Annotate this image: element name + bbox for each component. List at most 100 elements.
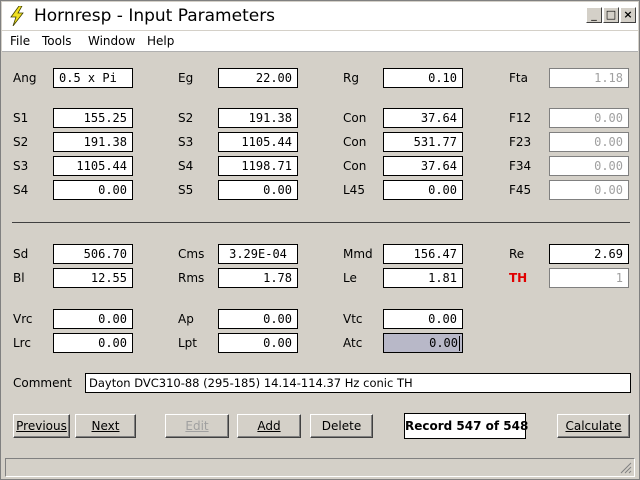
s2-field[interactable]: 191.38 [53,132,133,152]
atc-selected-text: 0.00 [384,334,462,352]
atc-field[interactable]: 0.00 [383,333,463,353]
next-button-label: Next [91,419,120,433]
s2-right-field[interactable]: 191.38 [218,108,298,128]
fta-label: Fta [509,71,528,85]
bl-field[interactable]: 12.55 [53,268,133,288]
rg-field[interactable]: 0.10 [383,68,463,88]
maximize-button[interactable]: □ [603,7,619,23]
con2-label: Con [343,135,367,149]
l45-label: L45 [343,183,365,197]
main-window: Hornresp - Input Parameters _ □ × File T… [0,0,640,480]
eg-field[interactable]: 22.00 [218,68,298,88]
rms-field[interactable]: 1.78 [218,268,298,288]
s1-field[interactable]: 155.25 [53,108,133,128]
l45-field[interactable]: 0.00 [383,180,463,200]
s5-label: S5 [178,183,194,197]
close-button[interactable]: × [620,7,636,23]
rms-label: Rms [178,271,205,285]
ap-field[interactable]: 0.00 [218,309,298,329]
minimize-icon: _ [591,8,597,21]
edit-button-label: Edit [185,419,209,433]
f34-label: F34 [509,159,532,173]
con2-field[interactable]: 531.77 [383,132,463,152]
status-bar [5,458,635,477]
maximize-icon: □ [605,8,617,21]
fta-field: 1.18 [549,68,629,88]
f23-field: 0.00 [549,132,629,152]
f45-field: 0.00 [549,180,629,200]
vtc-field[interactable]: 0.00 [383,309,463,329]
lightning-bolt-icon [10,6,24,26]
mmd-field[interactable]: 156.47 [383,244,463,264]
con1-label: Con [343,111,367,125]
edit-button: Edit [165,414,229,438]
next-button[interactable]: Next [75,414,136,438]
delete-button[interactable]: Delete [310,414,373,438]
f23-label: F23 [509,135,532,149]
vrc-label: Vrc [13,312,33,326]
text-cursor [459,336,460,351]
eg-label: Eg [178,71,194,85]
f34-field: 0.00 [549,156,629,176]
delete-button-label: Delete [321,419,362,433]
con1-field[interactable]: 37.64 [383,108,463,128]
con3-field[interactable]: 37.64 [383,156,463,176]
re-field[interactable]: 2.69 [549,244,629,264]
menu-bar: File Tools Window Help [2,31,638,52]
le-label: Le [343,271,357,285]
vtc-label: Vtc [343,312,363,326]
lpt-field[interactable]: 0.00 [218,333,298,353]
cms-label: Cms [178,247,205,261]
s5-field[interactable]: 0.00 [218,180,298,200]
rg-label: Rg [343,71,359,85]
f45-label: F45 [509,183,532,197]
s2-right-label: S2 [178,111,194,125]
resize-grip-icon[interactable] [620,462,632,474]
le-field[interactable]: 1.81 [383,268,463,288]
s4-field[interactable]: 0.00 [53,180,133,200]
con3-label: Con [343,159,367,173]
calculate-button[interactable]: Calculate [557,414,630,438]
menu-help[interactable]: Help [147,34,174,48]
cms-field[interactable]: 3.29E-04 [218,244,298,264]
previous-button-label: Previous [16,419,67,433]
th-field: 1 [549,268,629,288]
add-button[interactable]: Add [237,414,301,438]
atc-label: Atc [343,336,363,350]
menu-window[interactable]: Window [88,34,135,48]
re-label: Re [509,247,525,261]
s3-field[interactable]: 1105.44 [53,156,133,176]
title-bar[interactable]: Hornresp - Input Parameters _ □ × [2,2,638,30]
mmd-label: Mmd [343,247,373,261]
ap-label: Ap [178,312,194,326]
s4-right-label: S4 [178,159,194,173]
vrc-field[interactable]: 0.00 [53,309,133,329]
ang-field[interactable]: 0.5 x Pi [53,68,133,88]
window-title: Hornresp - Input Parameters [34,6,276,26]
close-icon: × [623,8,633,21]
bl-label: Bl [13,271,25,285]
section-divider [12,222,630,223]
s3-right-label: S3 [178,135,194,149]
sd-label: Sd [13,247,29,261]
calculate-button-label: Calculate [565,419,622,433]
lrc-field[interactable]: 0.00 [53,333,133,353]
sd-field[interactable]: 506.70 [53,244,133,264]
s2-label: S2 [13,135,29,149]
lpt-label: Lpt [178,336,198,350]
menu-tools[interactable]: Tools [42,34,72,48]
f12-label: F12 [509,111,532,125]
s4-right-field[interactable]: 1198.71 [218,156,298,176]
minimize-button[interactable]: _ [586,7,602,23]
f12-field: 0.00 [549,108,629,128]
th-label[interactable]: TH [509,271,527,285]
add-button-label: Add [257,419,281,433]
previous-button[interactable]: Previous [13,414,70,438]
record-counter: Record 547 of 548 [404,413,528,439]
comment-field[interactable]: Dayton DVC310-88 (295-185) 14.14-114.37 … [85,373,631,393]
lrc-label: Lrc [13,336,31,350]
s4-label: S4 [13,183,29,197]
s3-right-field[interactable]: 1105.44 [218,132,298,152]
s1-label: S1 [13,111,29,125]
menu-file[interactable]: File [10,34,30,48]
